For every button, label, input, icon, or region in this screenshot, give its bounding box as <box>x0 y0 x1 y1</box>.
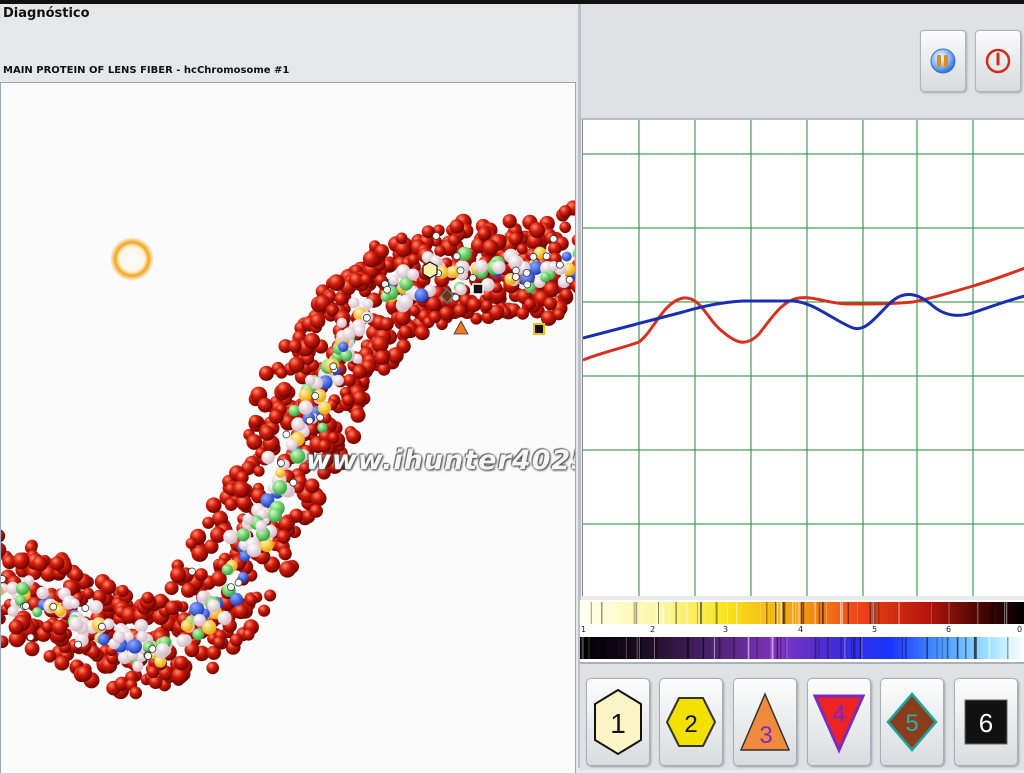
symbol-button-6[interactable]: 6 <box>954 678 1018 766</box>
watermark-text: www.ihunter4025.com <box>306 445 575 476</box>
scale-tick-3: 3 <box>723 625 729 634</box>
symbol-button-bar: 1 2 3 4 5 6 <box>580 662 1024 770</box>
hexagon-marker <box>422 261 438 279</box>
protein-molecule-image <box>1 200 575 700</box>
scale-tick-6: 6 <box>946 625 952 634</box>
scale-tick-5: 5 <box>872 625 878 634</box>
diagnostic-panel: Diagnóstico MAIN PROTEIN OF LENS FIBER -… <box>0 4 580 773</box>
symbol-button-3[interactable]: 3 <box>733 678 797 766</box>
scale-tick-2: 2 <box>650 625 656 634</box>
power-icon <box>985 48 1011 74</box>
symbol-label-6: 6 <box>979 708 993 738</box>
symbol-label-2: 2 <box>684 711 697 738</box>
triangle-down-icon: 4 <box>813 694 865 754</box>
viewer-subtitle: MAIN PROTEIN OF LENS FIBER - hcChromosom… <box>3 65 290 76</box>
square-icon: 6 <box>964 699 1008 745</box>
hexagon-icon: 1 <box>594 688 642 756</box>
symbol-button-5[interactable]: 5 <box>880 678 944 766</box>
symbol-label-1: 1 <box>610 708 626 739</box>
symbol-button-1[interactable]: 1 <box>586 678 650 766</box>
window-title: Diagnóstico <box>3 6 90 21</box>
scale-tick-0: 0 <box>1017 625 1023 634</box>
play-pause-button[interactable] <box>920 30 966 92</box>
symbol-label-3: 3 <box>759 722 772 749</box>
triangle-up-icon: 3 <box>739 692 791 751</box>
hexagon-icon: 2 <box>665 697 717 747</box>
scale-ticks: 1 2 3 4 5 6 0 <box>580 624 1024 636</box>
diamond-icon: 5 <box>886 692 938 752</box>
square-marker <box>472 283 484 295</box>
symbol-button-4[interactable]: 4 <box>807 678 871 766</box>
scale-tick-1: 1 <box>581 625 587 634</box>
symbol-label-4: 4 <box>832 701 845 728</box>
molecule-viewer[interactable]: www.ihunter4025.com <box>0 82 576 773</box>
color-scale-panel: 1 2 3 4 5 6 0 <box>580 600 1024 662</box>
triangle-marker <box>453 320 469 335</box>
power-button[interactable] <box>975 30 1021 92</box>
symbol-button-2[interactable]: 2 <box>659 678 723 766</box>
scale-tick-4: 4 <box>798 625 804 634</box>
glow-marker <box>110 237 154 281</box>
graph-grid <box>583 120 1024 596</box>
frequency-graph <box>582 120 1024 596</box>
square-marker <box>533 323 545 335</box>
toolbar-area <box>581 4 1024 120</box>
play-pause-icon <box>930 48 956 74</box>
symbol-label-5: 5 <box>905 710 918 737</box>
